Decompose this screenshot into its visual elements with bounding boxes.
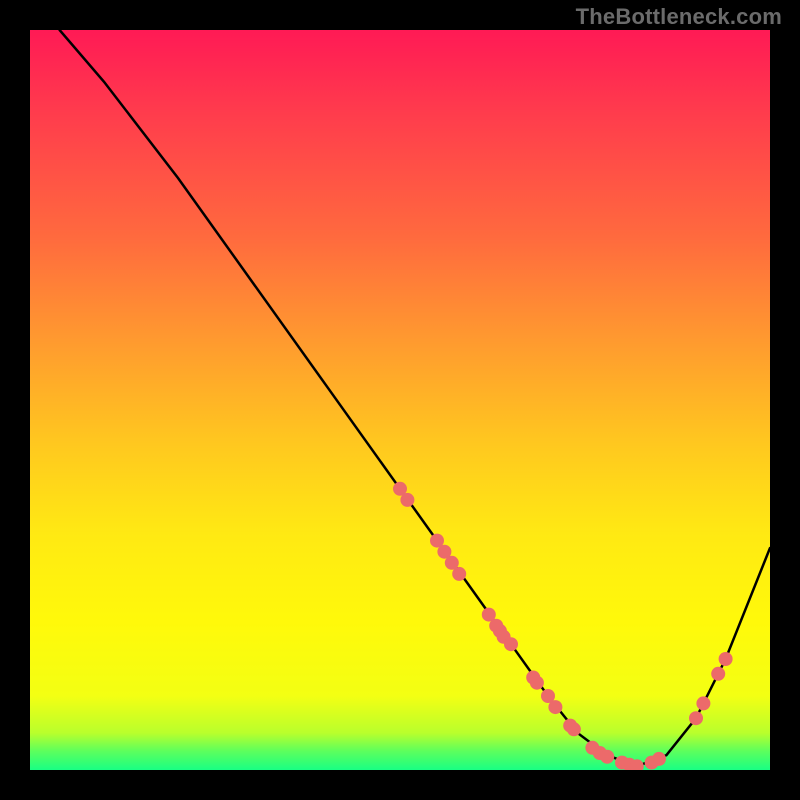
data-marker <box>719 652 733 666</box>
bottleneck-curve <box>60 30 770 766</box>
chart-frame: TheBottleneck.com <box>0 0 800 800</box>
gradient-plot-area <box>30 30 770 770</box>
data-marker <box>711 667 725 681</box>
data-marker <box>689 711 703 725</box>
data-marker <box>548 700 562 714</box>
data-marker <box>696 696 710 710</box>
data-marker <box>504 637 518 651</box>
data-marker <box>452 567 466 581</box>
curve-svg <box>30 30 770 770</box>
data-marker <box>400 493 414 507</box>
data-marker <box>530 676 544 690</box>
data-marker <box>600 750 614 764</box>
data-marker <box>652 752 666 766</box>
watermark-text: TheBottleneck.com <box>576 4 782 30</box>
data-marker <box>567 722 581 736</box>
curve-markers <box>393 482 733 770</box>
